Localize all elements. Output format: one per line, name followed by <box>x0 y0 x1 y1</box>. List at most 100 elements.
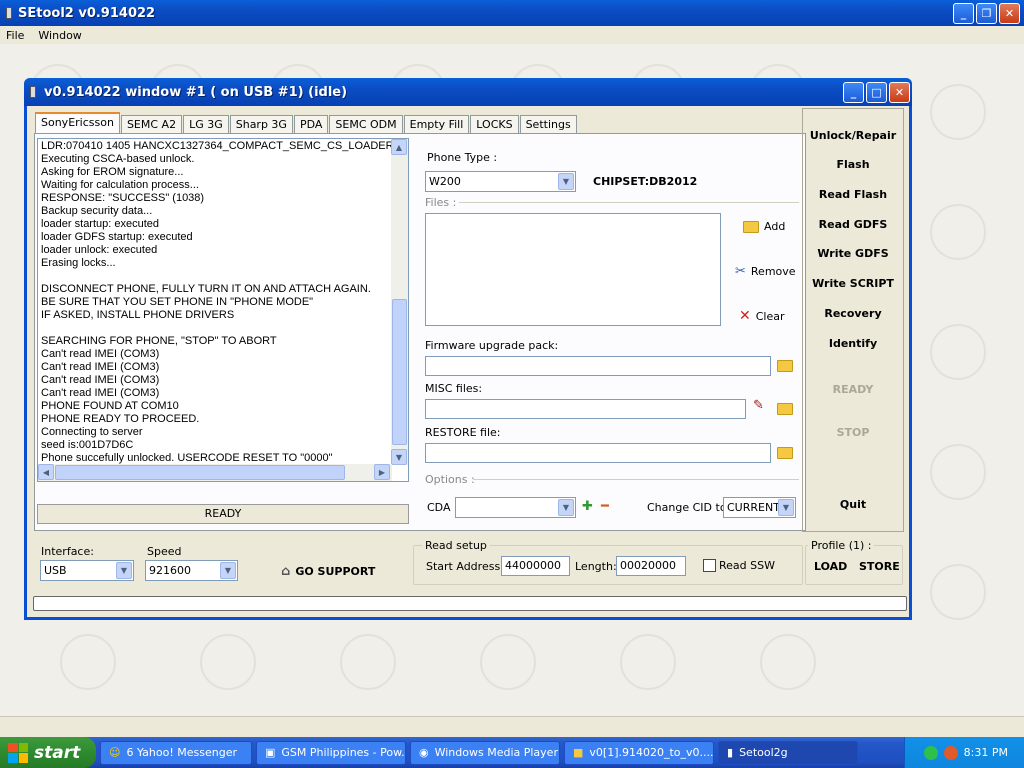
start-button[interactable]: start <box>0 737 96 768</box>
flash-button[interactable]: Flash <box>803 158 903 171</box>
minimize-button[interactable]: _ <box>953 3 974 24</box>
folder-icon[interactable] <box>777 360 793 372</box>
load-button[interactable]: LOAD <box>814 560 847 573</box>
maximize-button[interactable]: ❐ <box>976 3 997 24</box>
tab-empty-fill[interactable]: Empty Fill <box>403 115 470 134</box>
scroll-left-icon[interactable]: ◀ <box>38 464 54 480</box>
task-yahoo-messenger[interactable]: ☺ 6 Yahoo! Messenger <box>100 740 252 765</box>
cda-select[interactable]: ▼ <box>455 497 576 518</box>
misc-files-input[interactable] <box>425 399 746 419</box>
horizontal-scroll-thumb[interactable] <box>55 465 345 480</box>
speed-select[interactable]: 921600 ▼ <box>145 560 238 581</box>
folder-icon[interactable] <box>777 447 793 459</box>
go-support-button[interactable]: ⌂ GO SUPPORT <box>281 564 375 579</box>
read-gdfs-button[interactable]: Read GDFS <box>803 218 903 231</box>
tab-settings[interactable]: Settings <box>519 115 577 134</box>
background-seal <box>930 84 986 140</box>
tab-sonyericsson[interactable]: SonyEricsson <box>35 112 120 134</box>
length-input[interactable]: 00020000 <box>616 556 686 576</box>
quit-button[interactable]: Quit <box>803 498 903 511</box>
read-flash-button[interactable]: Read Flash <box>803 188 903 201</box>
child-title-bar[interactable]: v0.914022 window #1 ( on USB #1) (idle) … <box>24 78 912 106</box>
files-list[interactable] <box>425 213 721 326</box>
phone-type-label: Phone Type : <box>427 151 498 164</box>
child-maximize-button[interactable]: □ <box>866 82 887 103</box>
add-plugin-icon[interactable]: ✚ <box>582 499 593 514</box>
app-title: SEtool2 v0.914022 <box>18 5 156 21</box>
chevron-down-icon[interactable]: ▼ <box>116 562 132 579</box>
clear-button[interactable]: ✕ Clear <box>739 308 785 324</box>
go-support-label: GO SUPPORT <box>295 565 376 578</box>
identify-button[interactable]: Identify <box>803 337 903 350</box>
menu-file[interactable]: File <box>6 29 24 42</box>
tab-locks[interactable]: LOCKS <box>470 115 519 134</box>
restore-file-input[interactable] <box>425 443 771 463</box>
group-divider <box>459 202 799 203</box>
stop-button[interactable]: STOP <box>803 426 903 439</box>
menu-window[interactable]: Window <box>38 29 81 42</box>
app-icon: ▮ <box>727 746 734 759</box>
child-window-title: v0.914022 window #1 ( on USB #1) (idle) <box>44 84 348 100</box>
tab-semc-a2[interactable]: SEMC A2 <box>120 115 183 134</box>
close-button[interactable]: ✕ <box>999 3 1020 24</box>
network-icon[interactable] <box>923 745 938 760</box>
speed-label: Speed <box>147 545 182 558</box>
browser-icon: ▣ <box>265 746 276 759</box>
start-address-input[interactable]: 44000000 <box>501 556 570 576</box>
tab-semc-odm[interactable]: SEMC ODM <box>329 115 403 134</box>
chevron-down-icon[interactable]: ▼ <box>558 173 574 190</box>
interface-select[interactable]: USB ▼ <box>40 560 134 581</box>
log-horizontal-scrollbar[interactable]: ◀ ▶ <box>38 464 392 481</box>
child-minimize-button[interactable]: _ <box>843 82 864 103</box>
chevron-down-icon[interactable]: ▼ <box>220 562 236 579</box>
read-ssw-label: Read SSW <box>719 559 775 572</box>
remove-plugin-icon[interactable]: ━ <box>601 499 609 514</box>
log-vertical-scrollbar[interactable]: ▲ ▼ <box>391 139 408 465</box>
log-line: loader startup: executed <box>41 218 160 230</box>
change-cid-select[interactable]: CURRENT ▼ <box>723 497 796 518</box>
task-folder[interactable]: ■ v0[1].914020_to_v0.... <box>564 740 714 765</box>
edit-pen-icon[interactable]: ✎ <box>753 398 764 413</box>
task-windows-media-player[interactable]: ◉ Windows Media Player <box>410 740 560 765</box>
child-window: v0.914022 window #1 ( on USB #1) (idle) … <box>24 78 912 620</box>
scroll-down-icon[interactable]: ▼ <box>391 449 407 465</box>
windows-logo-icon <box>8 742 28 763</box>
scroll-right-icon[interactable]: ▶ <box>374 464 390 480</box>
log-line: Waiting for calculation process... <box>41 179 199 191</box>
app-title-bar[interactable]: SEtool2 v0.914022 _ ❐ ✕ <box>0 0 1024 26</box>
store-button[interactable]: STORE <box>859 560 900 573</box>
tab-lg-3g[interactable]: LG 3G <box>183 115 229 134</box>
tray-app-icon[interactable] <box>943 745 958 760</box>
phone-type-select[interactable]: W200 ▼ <box>425 171 576 192</box>
chipset-label: CHIPSET:DB2012 <box>593 175 698 188</box>
log-status: READY <box>37 504 409 524</box>
read-ssw-checkbox[interactable] <box>703 559 716 572</box>
scroll-up-icon[interactable]: ▲ <box>391 139 407 155</box>
tab-sharp-3g[interactable]: Sharp 3G <box>229 115 293 134</box>
log-line: Erasing locks... <box>41 257 116 269</box>
folder-icon: ■ <box>573 746 584 759</box>
child-close-button[interactable]: ✕ <box>889 82 910 103</box>
clock[interactable]: 8:31 PM <box>964 746 1008 759</box>
remove-button[interactable]: ✂ Remove <box>735 264 796 279</box>
tab-pda[interactable]: PDA <box>293 115 329 134</box>
task-gsm-philippines[interactable]: ▣ GSM Philippines - Pow... <box>256 740 406 765</box>
firmware-input[interactable] <box>425 356 771 376</box>
write-script-button[interactable]: Write SCRIPT <box>803 277 903 290</box>
length-label: Length: <box>575 560 617 573</box>
folder-icon[interactable] <box>777 403 793 415</box>
task-setool2g[interactable]: ▮ Setool2g <box>718 740 858 765</box>
media-player-icon: ◉ <box>419 746 429 759</box>
recovery-button[interactable]: Recovery <box>803 307 903 320</box>
log-output[interactable]: LDR:070410 1405 HANCXC1327364_COMPACT_SE… <box>37 138 409 482</box>
chevron-down-icon[interactable]: ▼ <box>558 499 574 516</box>
unlock-repair-button[interactable]: Unlock/Repair <box>803 129 903 142</box>
vertical-scroll-thumb[interactable] <box>392 299 407 445</box>
chevron-down-icon[interactable]: ▼ <box>778 499 794 516</box>
add-button[interactable]: Add <box>743 220 785 233</box>
background-seal <box>930 204 986 260</box>
log-line: PHONE READY TO PROCEED. <box>41 413 200 425</box>
write-gdfs-button[interactable]: Write GDFS <box>803 247 903 260</box>
